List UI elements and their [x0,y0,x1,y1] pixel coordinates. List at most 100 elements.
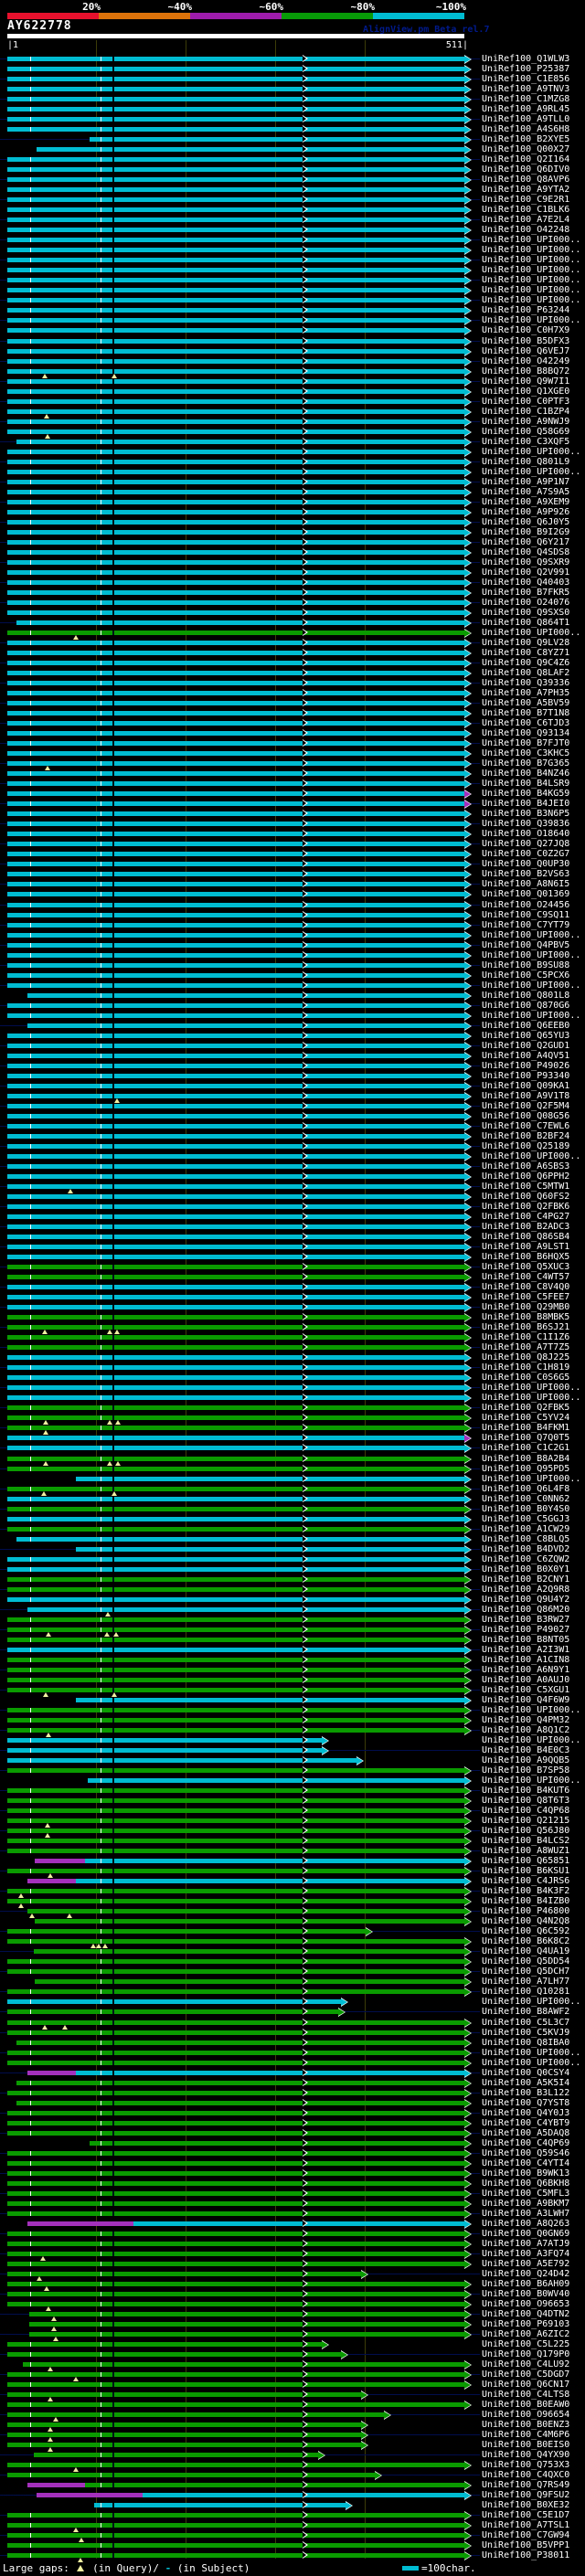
hit-label[interactable]: UniRef100_Q95PD5 [482,1464,584,1474]
hit-label[interactable]: UniRef100_Q4N2Q8 [482,1916,584,1926]
hit-label[interactable]: UniRef100_C1I1Z6 [482,1332,584,1342]
hit-label[interactable]: UniRef100_Q870G6 [482,1001,584,1011]
hit-label[interactable]: UniRef100_B4KG59 [482,789,584,799]
hit-label[interactable]: UniRef100_B9WK13 [482,2168,584,2178]
hit-label[interactable]: UniRef100_A4S6H8 [482,124,584,134]
hit-label[interactable]: UniRef100_C4PG27 [482,1212,584,1222]
hit-label[interactable]: UniRef100_Q00X27 [482,144,584,154]
hit-label[interactable]: UniRef100_Q2F5M4 [482,1101,584,1111]
hit-label[interactable]: UniRef100_A1CIN8 [482,1655,584,1665]
hit-label[interactable]: UniRef100_Q753X3 [482,2460,584,2470]
hit-label[interactable]: UniRef100_B0Y4S0 [482,1504,584,1514]
hit-label[interactable]: UniRef100_C5KVJ9 [482,2028,584,2038]
hit-label[interactable]: UniRef100_P69103 [482,2319,584,2329]
hit-label[interactable]: UniRef100_Q9FSU2 [482,2490,584,2500]
hit-label[interactable]: UniRef100_Q2I164 [482,154,584,164]
hit-label[interactable]: UniRef100_UPI000.. [482,295,584,305]
hit-label[interactable]: UniRef100_C8BLQ5 [482,1534,584,1544]
hit-label[interactable]: UniRef100_Q8LAF2 [482,668,584,678]
hit-label[interactable]: UniRef100_Q4Y0J3 [482,2108,584,2118]
hit-label[interactable]: UniRef100_B7G365 [482,758,584,769]
hit-label[interactable]: UniRef100_A7LH77 [482,1977,584,1987]
hit-label[interactable]: UniRef100_C9SQ11 [482,910,584,920]
hit-label[interactable]: UniRef100_UPI000.. [482,315,584,325]
hit-label[interactable]: UniRef100_A8Q1C2 [482,1725,584,1735]
hit-label[interactable]: UniRef100_C8V4Q0 [482,1282,584,1292]
hit-label[interactable]: UniRef100_Q8J225 [482,1352,584,1362]
hit-label[interactable]: UniRef100_P63244 [482,305,584,315]
hit-label[interactable]: UniRef100_O96653 [482,2299,584,2309]
hit-label[interactable]: UniRef100_Q25189 [482,1141,584,1151]
hit-label[interactable]: UniRef100_UPI000.. [482,1151,584,1161]
hit-label[interactable]: UniRef100_A2Q9R8 [482,1585,584,1595]
hit-label[interactable]: UniRef100_Q40403 [482,578,584,588]
hit-label[interactable]: UniRef100_Q56J80 [482,1826,584,1836]
hit-label[interactable]: UniRef100_Q8IBA0 [482,2038,584,2048]
hit-label[interactable]: UniRef100_UPI000.. [482,950,584,960]
hit-label[interactable]: UniRef100_Q6VEJ7 [482,346,584,356]
hit-label[interactable]: UniRef100_A9QQB5 [482,1755,584,1765]
hit-label[interactable]: UniRef100_C5PCX6 [482,970,584,981]
hit-label[interactable]: UniRef100_Q58G69 [482,427,584,437]
hit-label[interactable]: UniRef100_UPI000.. [482,2048,584,2058]
hit-label[interactable]: UniRef100_Q4PBV5 [482,940,584,950]
hit-label[interactable]: UniRef100_B0WV40 [482,2289,584,2299]
hit-label[interactable]: UniRef100_Q6CN17 [482,2380,584,2390]
hit-label[interactable]: UniRef100_A9RL45 [482,104,584,114]
hit-label[interactable]: UniRef100_Q801L9 [482,457,584,467]
hit-label[interactable]: UniRef100_A3FQ74 [482,2249,584,2259]
hit-label[interactable]: UniRef100_Q801L8 [482,991,584,1001]
hit-label[interactable]: UniRef100_A7E2L4 [482,215,584,225]
hit-label[interactable]: UniRef100_Q08G56 [482,1111,584,1121]
hit-label[interactable]: UniRef100_A6ZIC2 [482,2329,584,2339]
hit-label[interactable]: UniRef100_B6AH09 [482,2279,584,2289]
hit-label[interactable]: UniRef100_C3KHC5 [482,748,584,758]
hit-label[interactable]: UniRef100_Q0UP30 [482,859,584,869]
hit-label[interactable]: UniRef100_A6N9Y1 [482,1665,584,1675]
hit-label[interactable]: UniRef100_Q6L4F8 [482,1484,584,1494]
hit-label[interactable]: UniRef100_Q179P0 [482,2349,584,2359]
hit-label[interactable]: UniRef100_B8MBK5 [482,1312,584,1322]
hit-label[interactable]: UniRef100_P25387 [482,64,584,74]
hit-label[interactable]: UniRef100_O42249 [482,356,584,366]
hit-label[interactable]: UniRef100_A9NWJ9 [482,417,584,427]
hit-label[interactable]: UniRef100_C0Z2G7 [482,849,584,859]
hit-label[interactable]: UniRef100_Q5DD54 [482,1956,584,1966]
hit-label[interactable]: UniRef100_B0EIS0 [482,2440,584,2450]
hit-label[interactable]: UniRef100_B2XYE5 [482,134,584,144]
hit-label[interactable]: UniRef100_B3RW27 [482,1615,584,1625]
hit-label[interactable]: UniRef100_O24076 [482,598,584,608]
hit-label[interactable]: UniRef100_Q7YST8 [482,2098,584,2108]
hit-label[interactable]: UniRef100_Q65YU3 [482,1031,584,1041]
hit-label[interactable]: UniRef100_A8Q263 [482,2219,584,2229]
hit-label[interactable]: UniRef100_B4K3F2 [482,1886,584,1896]
hit-label[interactable]: UniRef100_B6K8C2 [482,1936,584,1946]
hit-label[interactable]: UniRef100_C1E856 [482,74,584,84]
hit-label[interactable]: UniRef100_A5K5I4 [482,2078,584,2088]
hit-label[interactable]: UniRef100_Q9U4Y2 [482,1595,584,1605]
hit-label[interactable]: UniRef100_B2VS63 [482,869,584,879]
hit-label[interactable]: UniRef100_UPI000.. [482,1383,584,1393]
hit-label[interactable]: UniRef100_B4JEI0 [482,799,584,809]
hit-label[interactable]: UniRef100_P49027 [482,1625,584,1635]
hit-label[interactable]: UniRef100_Q65851 [482,1856,584,1866]
hit-label[interactable]: UniRef100_UPI000.. [482,235,584,245]
hit-label[interactable]: UniRef100_O24456 [482,900,584,910]
hit-label[interactable]: UniRef100_Q86SB4 [482,1232,584,1242]
hit-label[interactable]: UniRef100_A9V1T8 [482,1091,584,1101]
hit-label[interactable]: UniRef100_Q21215 [482,1816,584,1826]
hit-label[interactable]: UniRef100_B2CNY1 [482,1574,584,1585]
hit-label[interactable]: UniRef100_B8AWF2 [482,2007,584,2017]
hit-label[interactable]: UniRef100_Q39836 [482,819,584,829]
hit-label[interactable]: UniRef100_C0H7X9 [482,325,584,335]
hit-label[interactable]: UniRef100_C4QXC0 [482,2470,584,2480]
hit-label[interactable]: UniRef100_A7ATJ9 [482,2239,584,2249]
hit-label[interactable]: UniRef100_C8YZ71 [482,648,584,658]
hit-label[interactable]: UniRef100_A9YTA2 [482,185,584,195]
hit-label[interactable]: UniRef100_B7SP58 [482,1765,584,1776]
hit-label[interactable]: UniRef100_Q86M20 [482,1605,584,1615]
hit-label[interactable]: UniRef100_P38011 [482,2550,584,2560]
hit-label[interactable]: UniRef100_B4FKM1 [482,1423,584,1433]
hit-label[interactable]: UniRef100_A7T7Z5 [482,1342,584,1352]
hit-label[interactable]: UniRef100_C1BLK6 [482,205,584,215]
